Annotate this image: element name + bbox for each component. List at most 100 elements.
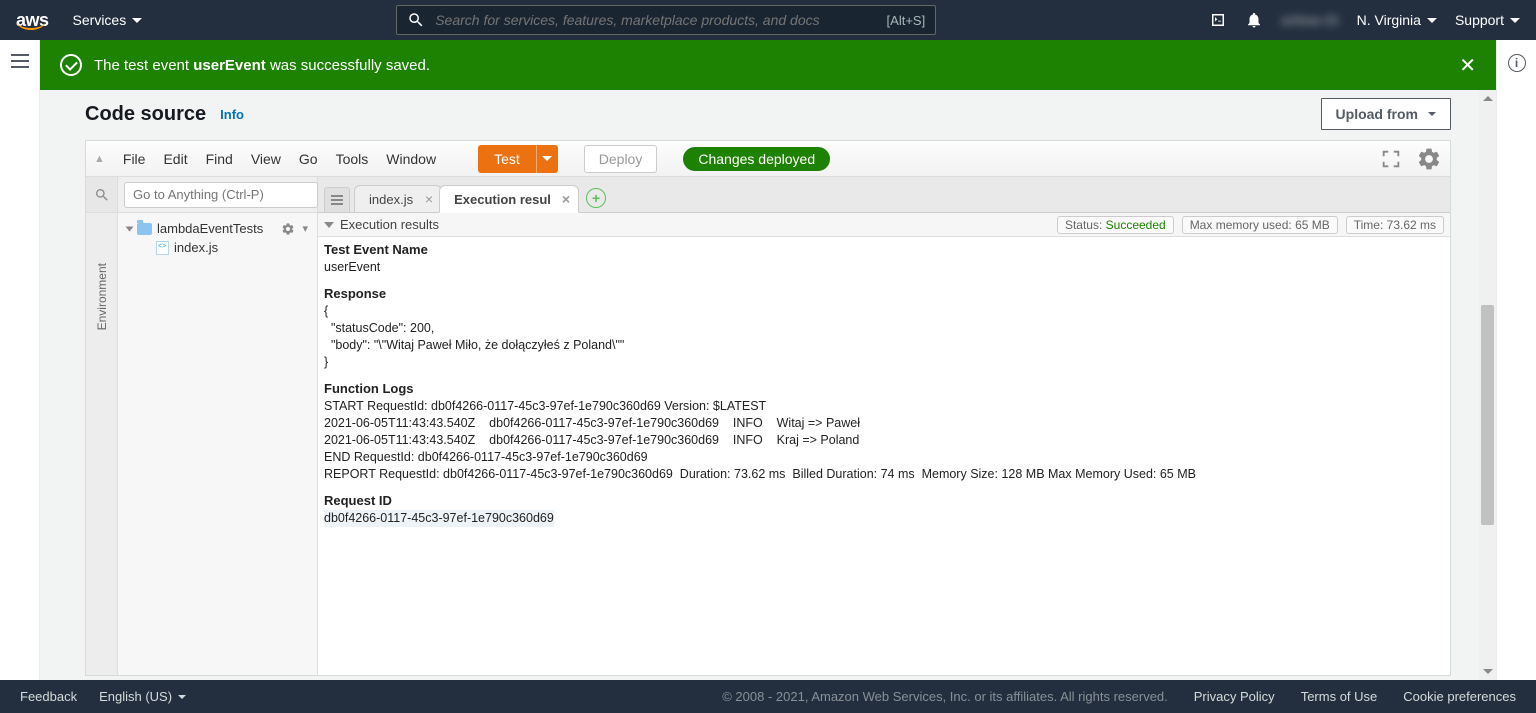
region-selector[interactable]: N. Virginia: [1357, 12, 1437, 28]
scroll-thumb[interactable]: [1481, 305, 1494, 525]
tree-folder-root[interactable]: lambdaEventTests ▾: [124, 219, 311, 238]
privacy-link[interactable]: Privacy Policy: [1194, 689, 1275, 704]
gear-caret: ▾: [302, 222, 308, 235]
menu-view[interactable]: View: [251, 151, 281, 167]
response-label: Response: [324, 285, 1444, 303]
scrollbar[interactable]: [1479, 90, 1496, 680]
cookies-link[interactable]: Cookie preferences: [1403, 689, 1516, 704]
request-id-value: db0f4266-0117-45c3-97ef-1e790c360d69: [324, 510, 1444, 527]
aws-logo[interactable]: aws: [16, 10, 49, 31]
caret-down-icon: [178, 695, 186, 699]
search-icon: [407, 11, 425, 29]
cloud9-ide: ▲ File Edit Find View Go Tools Window Te…: [85, 140, 1451, 676]
support-label: Support: [1455, 12, 1504, 28]
fullscreen-icon[interactable]: [1380, 148, 1402, 170]
terms-link[interactable]: Terms of Use: [1301, 689, 1378, 704]
cloudshell-icon[interactable]: [1209, 11, 1227, 29]
search-icon[interactable]: [94, 187, 110, 203]
caret-down-icon: [132, 18, 142, 23]
services-menu[interactable]: Services: [73, 12, 143, 28]
gear-icon[interactable]: [281, 222, 295, 236]
scroll-up-icon[interactable]: [1479, 90, 1496, 107]
upload-from-label: Upload from: [1336, 106, 1418, 122]
editor-tabs: index.js × Execution results × +: [318, 177, 1450, 213]
request-id-label: Request ID: [324, 492, 1444, 510]
tab-execution-results[interactable]: Execution results ×: [439, 185, 579, 213]
environment-tab[interactable]: Environment: [95, 248, 109, 345]
tab-label: Execution results: [454, 192, 550, 207]
nav-right: aXbse-Di N. Virginia Support: [1209, 11, 1520, 29]
bell-icon[interactable]: [1245, 11, 1263, 29]
success-banner: The test event userEvent was successfull…: [40, 40, 1496, 90]
caret-down-icon: [1428, 112, 1436, 116]
scroll-down-icon[interactable]: [1479, 663, 1496, 680]
banner-prefix: The test event: [94, 57, 193, 74]
menu-edit[interactable]: Edit: [163, 151, 187, 167]
menu-tools[interactable]: Tools: [336, 151, 369, 167]
editor-area: index.js × Execution results × + Executi…: [318, 177, 1450, 675]
menu-window[interactable]: Window: [386, 151, 436, 167]
caret-down-icon: [1510, 18, 1520, 23]
banner-event-name: userEvent: [193, 57, 266, 74]
close-icon[interactable]: ×: [562, 191, 570, 207]
right-rail: i: [1496, 40, 1536, 680]
test-button-group: Test: [478, 145, 558, 173]
check-circle-icon: [60, 54, 82, 76]
global-search[interactable]: [Alt+S]: [396, 5, 936, 35]
close-icon[interactable]: ✕: [1459, 53, 1476, 78]
log-line: 2021-06-05T11:43:43.540Z db0f4266-0117-4…: [324, 415, 1444, 432]
toolbar-collapse-icon[interactable]: ▲: [94, 153, 105, 165]
region-label: N. Virginia: [1357, 12, 1421, 28]
caret-down-icon: [126, 226, 134, 231]
menu-file[interactable]: File: [123, 151, 146, 167]
goto-anything-input[interactable]: [124, 182, 318, 208]
account-name[interactable]: aXbse-Di: [1281, 12, 1339, 28]
file-tree: lambdaEventTests ▾ index.js: [118, 177, 318, 675]
footer: Feedback English (US) © 2008 - 2021, Ama…: [0, 680, 1536, 713]
hamburger-icon[interactable]: [11, 54, 29, 68]
tab-label: index.js: [369, 192, 413, 207]
content-body: Code source Info Upload from ▲ File Edit…: [40, 90, 1496, 680]
main-area: The test event userEvent was successfull…: [40, 40, 1496, 680]
file-icon: [156, 241, 169, 255]
gear-icon[interactable]: [1416, 146, 1442, 172]
environment-rail: Environment: [86, 177, 118, 675]
log-line: START RequestId: db0f4266-0117-45c3-97ef…: [324, 398, 1444, 415]
code-source-header: Code source Info Upload from: [85, 90, 1451, 140]
changes-deployed-pill: Changes deployed: [683, 147, 830, 171]
tab-list-button[interactable]: [324, 187, 350, 213]
time-chip: Time: 73.62 ms: [1346, 216, 1444, 234]
search-input[interactable]: [435, 12, 876, 28]
file-label: index.js: [174, 240, 218, 255]
add-tab-button[interactable]: +: [586, 188, 606, 208]
ide-toolbar: ▲ File Edit Find View Go Tools Window Te…: [86, 141, 1450, 177]
language-selector[interactable]: English (US): [99, 689, 186, 704]
json-line: }: [324, 354, 1444, 371]
info-link[interactable]: Info: [220, 107, 244, 122]
info-icon[interactable]: i: [1508, 54, 1526, 72]
json-line: {: [324, 303, 1444, 320]
test-button[interactable]: Test: [478, 145, 536, 173]
test-event-name-label: Test Event Name: [324, 241, 1444, 259]
banner-suffix: was successfully saved.: [266, 57, 430, 74]
tree-file-index[interactable]: index.js: [124, 238, 311, 257]
deploy-button[interactable]: Deploy: [584, 145, 658, 173]
code-source-title: Code source: [85, 103, 206, 126]
caret-down-icon[interactable]: [324, 222, 334, 228]
upload-from-button[interactable]: Upload from: [1321, 98, 1451, 130]
caret-down-icon: [1427, 18, 1437, 23]
menu-go[interactable]: Go: [299, 151, 318, 167]
support-menu[interactable]: Support: [1455, 12, 1520, 28]
feedback-link[interactable]: Feedback: [20, 689, 77, 704]
results-body[interactable]: Test Event Name userEvent Response { "st…: [318, 237, 1450, 531]
folder-icon: [137, 223, 152, 235]
results-header: Execution results Status: Succeeded Max …: [318, 213, 1450, 237]
log-line: 2021-06-05T11:43:43.540Z db0f4266-0117-4…: [324, 432, 1444, 449]
test-dropdown[interactable]: [536, 145, 558, 173]
close-icon[interactable]: ×: [425, 191, 433, 207]
function-logs-label: Function Logs: [324, 380, 1444, 398]
menu-find[interactable]: Find: [206, 151, 233, 167]
copyright: © 2008 - 2021, Amazon Web Services, Inc.…: [722, 689, 1168, 704]
test-event-name-value: userEvent: [324, 259, 1444, 276]
tab-index-js[interactable]: index.js ×: [354, 185, 442, 213]
